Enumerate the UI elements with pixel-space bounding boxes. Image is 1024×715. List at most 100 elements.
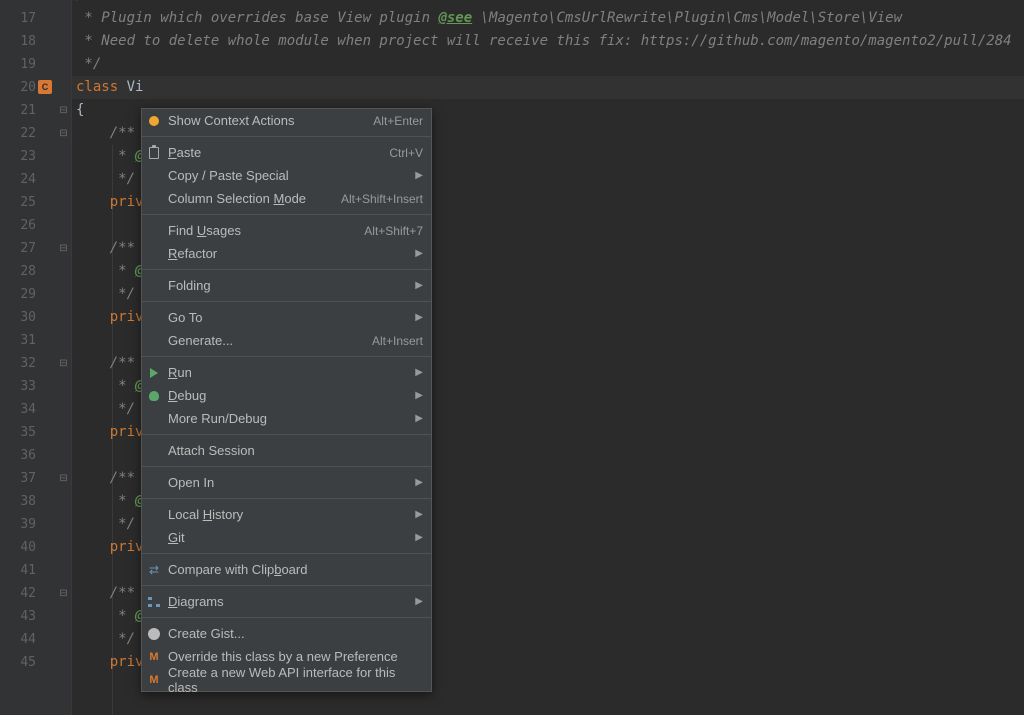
menu-item-debug[interactable]: Debug ▶ (142, 384, 431, 407)
blank-icon (146, 191, 162, 207)
menu-item-show-context-actions[interactable]: Show Context ActionsAlt+Enter (142, 109, 431, 132)
menu-label: Open In (168, 475, 407, 490)
menu-item-git[interactable]: Git ▶ (142, 526, 431, 549)
line-number: 18 (0, 30, 36, 53)
fold-toggle-icon[interactable]: ⊟ (58, 588, 69, 599)
menu-label: Git (168, 530, 407, 545)
menu-label: Paste (168, 145, 389, 160)
blank-icon (146, 333, 162, 349)
chevron-right-icon: ▶ (415, 477, 423, 488)
line-number: 34 (0, 398, 36, 421)
menu-separator (142, 466, 431, 467)
menu-item-find-usages[interactable]: Find UsagesAlt+Shift+7 (142, 219, 431, 242)
fold-toggle-icon[interactable]: ⊟ (58, 0, 69, 1)
menu-item-go-to[interactable]: Go To ▶ (142, 306, 431, 329)
menu-item-run[interactable]: Run ▶ (142, 361, 431, 384)
menu-shortcut: Alt+Shift+7 (364, 224, 423, 238)
menu-label: Show Context Actions (168, 113, 373, 128)
menu-item-attach-session[interactable]: Attach Session (142, 439, 431, 462)
line-number: 19 (0, 53, 36, 76)
fold-toggle-icon[interactable]: ⊟ (58, 105, 69, 116)
chevron-right-icon: ▶ (415, 170, 423, 181)
line-number: 21 (0, 99, 36, 122)
magento-icon: M (146, 649, 162, 665)
code-line[interactable]: * Plugin which overrides base View plugi… (72, 7, 1024, 30)
code-line[interactable]: /** (72, 0, 1024, 7)
code-line[interactable]: * Need to delete whole module when proje… (72, 30, 1024, 53)
menu-item-generate[interactable]: Generate...Alt+Insert (142, 329, 431, 352)
menu-label: Compare with Clipboard (168, 562, 423, 577)
chevron-right-icon: ▶ (415, 367, 423, 378)
chevron-right-icon: ▶ (415, 596, 423, 607)
line-number: 45 (0, 651, 36, 674)
menu-label: Local History (168, 507, 407, 522)
blank-icon (146, 475, 162, 491)
gutter: 16⊟17181920C21⊟22⊟2324252627⊟2829303132⊟… (0, 0, 72, 715)
chevron-right-icon: ▶ (415, 312, 423, 323)
line-number: 24 (0, 168, 36, 191)
context-menu: Show Context ActionsAlt+Enter PasteCtrl+V… (141, 108, 432, 692)
blank-icon (146, 278, 162, 294)
menu-item-create-a-new-web-api-interface-for-this-class[interactable]: MCreate a new Web API interface for this… (142, 668, 431, 691)
menu-label: Refactor (168, 246, 407, 261)
menu-label: Go To (168, 310, 407, 325)
chevron-right-icon: ▶ (415, 248, 423, 259)
line-number: 17 (0, 7, 36, 30)
blank-icon (146, 310, 162, 326)
line-number: 39 (0, 513, 36, 536)
line-number: 26 (0, 214, 36, 237)
menu-item-local-history[interactable]: Local History▶ (142, 503, 431, 526)
line-number: 22 (0, 122, 36, 145)
menu-item-copy-paste-special[interactable]: Copy / Paste Special ▶ (142, 164, 431, 187)
menu-item-more-run-debug[interactable]: More Run/Debug ▶ (142, 407, 431, 430)
line-number: 25 (0, 191, 36, 214)
menu-separator (142, 617, 431, 618)
line-number: 41 (0, 559, 36, 582)
fold-toggle-icon[interactable]: ⊟ (58, 473, 69, 484)
menu-item-create-gist[interactable]: Create Gist... (142, 622, 431, 645)
line-number: 29 (0, 283, 36, 306)
menu-separator (142, 585, 431, 586)
blank-icon (146, 168, 162, 184)
menu-item-diagrams[interactable]: Diagrams▶ (142, 590, 431, 613)
fold-toggle-icon[interactable]: ⊟ (58, 358, 69, 369)
blank-icon (146, 507, 162, 523)
line-number: 40 (0, 536, 36, 559)
menu-label: Run (168, 365, 407, 380)
menu-label: Find Usages (168, 223, 364, 238)
compare-icon: ⇄ (146, 562, 162, 578)
fold-toggle-icon[interactable]: ⊟ (58, 243, 69, 254)
menu-item-refactor[interactable]: Refactor ▶ (142, 242, 431, 265)
code-line[interactable]: */ (72, 53, 1024, 76)
chevron-right-icon: ▶ (415, 390, 423, 401)
menu-label: Copy / Paste Special (168, 168, 407, 183)
line-number: 33 (0, 375, 36, 398)
clipboard-icon (146, 145, 162, 161)
line-number: 44 (0, 628, 36, 651)
menu-shortcut: Alt+Enter (373, 114, 423, 128)
menu-separator (142, 214, 431, 215)
menu-item-folding[interactable]: Folding▶ (142, 274, 431, 297)
menu-label: Attach Session (168, 443, 423, 458)
chevron-right-icon: ▶ (415, 532, 423, 543)
menu-item-paste[interactable]: PasteCtrl+V (142, 141, 431, 164)
menu-label: Create Gist... (168, 626, 423, 641)
menu-separator (142, 136, 431, 137)
menu-label: More Run/Debug (168, 411, 407, 426)
chevron-right-icon: ▶ (415, 413, 423, 424)
menu-label: Column Selection Mode (168, 191, 341, 206)
menu-item-compare-with-clipboard[interactable]: ⇄ Compare with Clipboard (142, 558, 431, 581)
line-number: 27 (0, 237, 36, 260)
fold-toggle-icon[interactable]: ⊟ (58, 128, 69, 139)
magento-icon: M (146, 672, 162, 688)
line-number: 28 (0, 260, 36, 283)
menu-item-column-selection-mode[interactable]: Column Selection ModeAlt+Shift+Insert (142, 187, 431, 210)
code-line[interactable]: class Vi (72, 76, 1024, 99)
menu-item-open-in[interactable]: Open In ▶ (142, 471, 431, 494)
blank-icon (146, 246, 162, 262)
chevron-right-icon: ▶ (415, 280, 423, 291)
class-gutter-icon[interactable]: C (38, 80, 54, 96)
menu-separator (142, 356, 431, 357)
menu-label: Create a new Web API interface for this … (168, 665, 423, 695)
menu-label: Debug (168, 388, 407, 403)
